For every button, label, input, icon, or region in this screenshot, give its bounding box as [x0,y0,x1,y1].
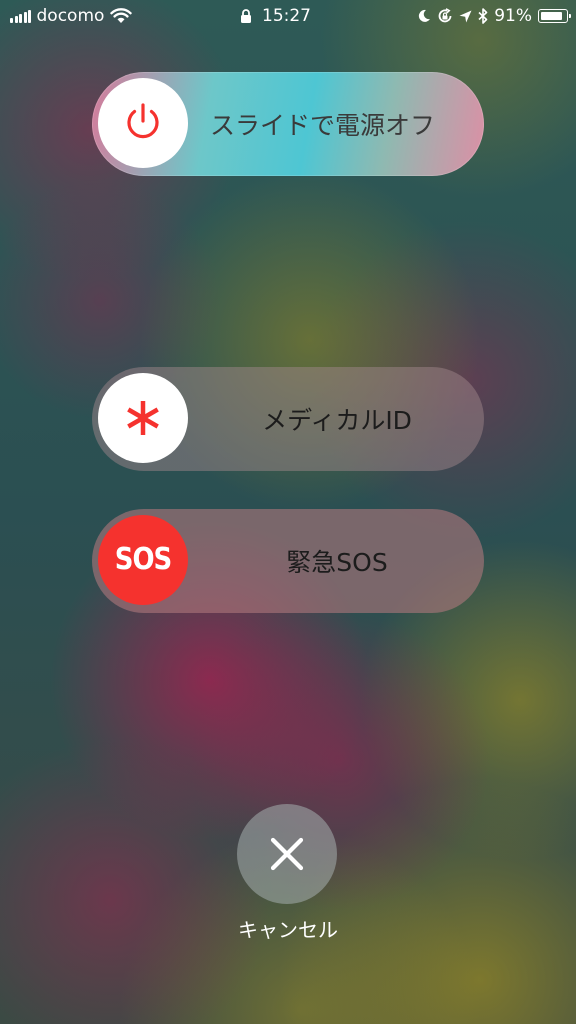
medical-id-knob[interactable] [98,373,188,463]
slide-to-power-off[interactable]: スライドで電源オフ [92,72,484,176]
power-icon [127,103,159,139]
status-time: 15:27 [262,6,311,26]
cancel-label: キャンセル [238,918,338,942]
battery-fill [541,12,562,20]
close-icon [270,837,304,871]
status-center: 15:27 [240,6,311,26]
battery-icon [538,9,571,23]
sos-knob-text: SOS [114,542,173,578]
cancel-button[interactable] [237,804,337,904]
medical-id-label: メディカルID [262,406,412,435]
battery-cap [569,14,571,18]
power-off-label: スライドで電源オフ [210,111,436,140]
sos-knob[interactable]: SOS [98,515,188,605]
wifi-icon [110,8,133,23]
battery-percent: 91% [494,6,532,26]
medical-id-slider[interactable]: メディカルID [92,367,484,471]
signal-icon [10,9,33,23]
emergency-sos-slider[interactable]: SOS 緊急SOS [92,509,484,613]
lock-icon [241,8,251,23]
asterisk-icon [127,401,159,435]
status-right: 91% [417,6,571,26]
bluetooth-icon [478,8,488,24]
location-icon [459,10,472,22]
status-left: docomo [10,6,133,26]
carrier-name: docomo [36,6,105,26]
rotation-lock-icon [438,8,452,23]
emergency-sos-label: 緊急SOS [286,548,388,577]
moon-icon [419,9,431,22]
status-bar: docomo 15:27 91% [0,0,576,36]
power-knob[interactable] [98,78,188,168]
